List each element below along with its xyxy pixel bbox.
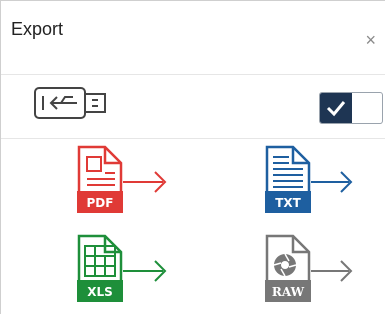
- arrow-right-icon: [123, 260, 167, 282]
- dialog-title: Export: [11, 19, 64, 39]
- export-dialog: Export × PDF TXT XLS RAW: [0, 0, 385, 314]
- raw-label: RAW: [272, 285, 305, 299]
- xls-file-icon: XLS: [77, 234, 123, 302]
- export-raw-button[interactable]: RAW: [263, 234, 363, 304]
- checkmark-icon: [326, 101, 346, 117]
- usb-export-row: [1, 75, 385, 139]
- export-pdf-button[interactable]: PDF: [75, 145, 175, 215]
- export-txt-button[interactable]: TXT: [263, 145, 363, 215]
- close-button[interactable]: ×: [365, 31, 376, 49]
- toggle-checked-indicator: [320, 93, 352, 123]
- usb-export-toggle[interactable]: [319, 92, 383, 124]
- txt-file-icon: TXT: [265, 145, 311, 213]
- pdf-label: PDF: [87, 196, 114, 210]
- pdf-file-icon: PDF: [77, 145, 123, 213]
- arrow-right-icon: [311, 171, 353, 193]
- usb-drive-icon: [33, 85, 111, 126]
- arrow-right-icon: [123, 171, 167, 193]
- dialog-header: Export ×: [1, 1, 385, 75]
- arrow-right-icon: [311, 260, 353, 282]
- raw-file-icon: RAW: [265, 234, 311, 302]
- xls-label: XLS: [87, 285, 113, 299]
- txt-label: TXT: [275, 196, 301, 210]
- export-xls-button[interactable]: XLS: [75, 234, 175, 304]
